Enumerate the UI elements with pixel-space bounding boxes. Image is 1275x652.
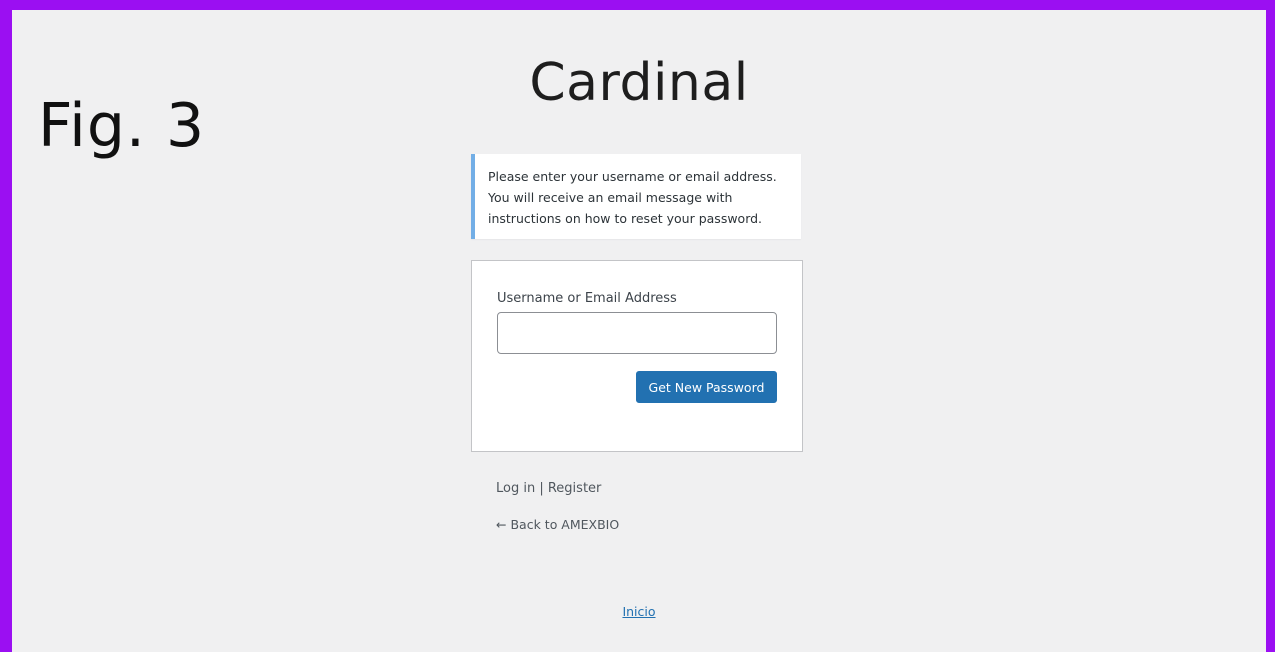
register-link[interactable]: Register [548, 481, 602, 496]
notice-line: Please enter your username or email addr… [488, 169, 777, 184]
page-frame: Fig. 3 Cardinal Please enter your userna… [12, 10, 1266, 652]
site-logo[interactable]: Cardinal [472, 52, 806, 114]
get-new-password-button[interactable]: Get New Password [636, 371, 777, 403]
username-input[interactable] [497, 312, 777, 354]
info-notice: Please enter your username or email addr… [471, 154, 801, 239]
login-link[interactable]: Log in [496, 481, 535, 496]
nav-separator: | [535, 481, 548, 496]
notice-line: You will receive an email message with [488, 190, 733, 205]
back-to-site-label: Back to AMEXBIO [510, 517, 620, 532]
login-register-nav: Log in | Register [496, 481, 601, 496]
back-to-site-link[interactable]: ← Back to AMEXBIO [496, 517, 619, 532]
inicio-link[interactable]: Inicio [622, 604, 655, 619]
username-field-label: Username or Email Address [497, 291, 677, 306]
back-to-site: ← Back to AMEXBIO [496, 517, 619, 532]
notice-line: instructions on how to reset your passwo… [488, 211, 763, 226]
lost-password-form: Username or Email Address Get New Passwo… [471, 260, 803, 452]
left-arrow-icon: ← [496, 517, 507, 532]
figure-label: Fig. 3 [38, 91, 206, 161]
footer: Inicio [12, 604, 1266, 619]
